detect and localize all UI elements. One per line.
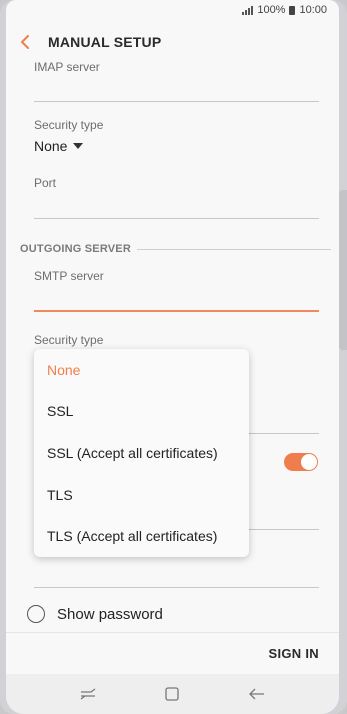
recent-apps-icon[interactable] <box>68 679 108 709</box>
dropdown-option[interactable]: None <box>34 349 249 391</box>
section-title: OUTGOING SERVER <box>20 243 131 255</box>
outgoing-security-type-label: Security type <box>34 333 104 347</box>
security-type-select[interactable]: None <box>34 138 84 154</box>
navigation-bar <box>6 674 339 714</box>
phone-edge <box>339 190 347 350</box>
password-input[interactable] <box>34 587 319 588</box>
auth-toggle[interactable] <box>284 453 318 471</box>
outgoing-server-header: OUTGOING SERVER <box>20 243 331 255</box>
app-bar: MANUAL SETUP <box>6 26 339 58</box>
clock: 10:00 <box>299 4 327 16</box>
caret-down-icon <box>73 143 84 149</box>
imap-server-input[interactable] <box>34 101 319 102</box>
status-bar: 100% 10:00 <box>6 0 339 20</box>
toggle-knob <box>301 454 317 470</box>
show-password-label: Show password <box>57 605 163 623</box>
port-label: Port <box>34 176 57 190</box>
phone-frame: 100% 10:00 MANUAL SETUP IMAP server Secu… <box>0 0 347 714</box>
bottom-action-bar: SIGN IN <box>6 632 339 674</box>
battery-percent: 100% <box>257 4 286 16</box>
port-input[interactable] <box>34 218 319 219</box>
signal-icon <box>242 5 254 15</box>
home-icon[interactable] <box>152 679 192 709</box>
form-content: IMAP server Security type None Port OUTG… <box>6 58 339 632</box>
security-type-dropdown: None SSL SSL (Accept all certificates) T… <box>34 349 249 557</box>
page-title: MANUAL SETUP <box>48 34 162 50</box>
security-type-label: Security type <box>34 118 104 132</box>
dropdown-option[interactable]: SSL (Accept all certificates) <box>34 432 249 474</box>
security-type-value: None <box>34 138 68 154</box>
smtp-server-input[interactable] <box>34 310 319 312</box>
dropdown-option[interactable]: TLS <box>34 474 249 516</box>
imap-server-label: IMAP server <box>34 60 100 74</box>
battery-icon <box>289 5 296 15</box>
back-icon[interactable] <box>10 26 40 58</box>
show-password-radio[interactable] <box>27 605 45 623</box>
nav-back-icon[interactable] <box>237 679 277 709</box>
section-divider <box>136 248 331 250</box>
show-password-row[interactable]: Show password <box>27 605 163 623</box>
dropdown-option[interactable]: TLS (Accept all certificates) <box>34 515 249 557</box>
sign-in-button[interactable]: SIGN IN <box>269 646 320 661</box>
dropdown-option[interactable]: SSL <box>34 391 249 433</box>
screen: 100% 10:00 MANUAL SETUP IMAP server Secu… <box>6 0 339 714</box>
smtp-server-label: SMTP server <box>34 269 104 283</box>
